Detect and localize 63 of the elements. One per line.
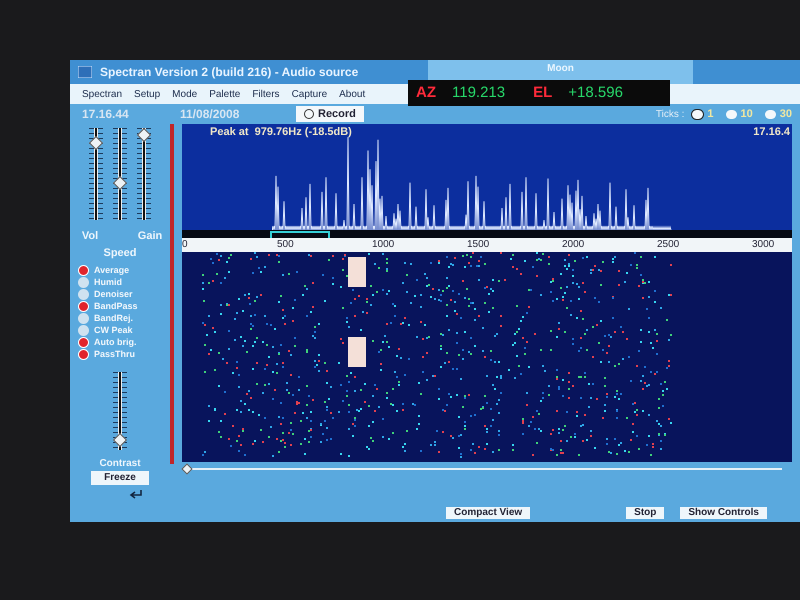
radio-button[interactable] (764, 110, 776, 118)
record-button[interactable]: Record (296, 106, 364, 122)
clock-time: 17.16.44 (81, 106, 130, 123)
toggle-on-indicator[interactable] (78, 301, 89, 312)
toggle-on-indicator[interactable] (78, 349, 89, 360)
toolbar-button[interactable]: Stop (626, 507, 664, 519)
radio-button[interactable] (726, 110, 736, 118)
el-value: +18.596 (568, 82, 623, 103)
toggle-off-indicator[interactable] (78, 277, 89, 288)
toggle-label: BandRej. (94, 312, 134, 325)
radio-label: 30 (780, 106, 792, 122)
toggle-off-indicator[interactable] (78, 313, 89, 324)
slider-label: Gain (136, 229, 164, 244)
radio-button[interactable] (692, 110, 704, 118)
el-label: EL (533, 82, 552, 103)
toggle-label: Denoiser (94, 288, 133, 301)
toggle-label: PassThru (94, 348, 136, 361)
menu-item[interactable]: Capture (292, 86, 328, 102)
radio-label: 1 (707, 106, 714, 122)
toolbar-button[interactable]: Compact View (446, 507, 530, 519)
slider-thumb[interactable] (181, 463, 193, 475)
menu-item[interactable]: About (339, 86, 366, 102)
toggle-label: Auto brig. (94, 336, 136, 349)
scale-label: 3000 (752, 238, 774, 252)
ticks-label: Ticks : (656, 108, 684, 122)
slider-label: Vol (80, 229, 100, 244)
slider-thumb[interactable] (136, 128, 152, 142)
peak-readout: Peak at 979.76Hz (-18.5dB) (210, 125, 352, 140)
az-label: AZ (416, 82, 436, 103)
scale-label: 2500 (657, 238, 680, 252)
date-text: 11/08/2008 (180, 106, 240, 123)
scale-label: 1500 (467, 238, 490, 252)
menu-item[interactable]: Palette (209, 86, 240, 102)
return-arrow-icon (129, 489, 143, 499)
slider-thumb[interactable] (112, 176, 128, 190)
toggle-off-indicator[interactable] (78, 325, 89, 336)
az-value: 119.213 (452, 82, 506, 103)
clock-time: 17.16.4 (753, 125, 790, 140)
toolbar-button[interactable]: Show Controls (680, 507, 767, 519)
scale-label: 1000 (372, 238, 394, 252)
toggle-label: Humid (94, 276, 122, 289)
contrast-label: Contrast (99, 457, 141, 471)
scroll-slider[interactable] (182, 464, 782, 474)
toggle-label: Average (94, 264, 130, 277)
radio-label: 10 (740, 106, 753, 122)
toggle-off-indicator[interactable] (78, 289, 89, 300)
menu-item[interactable]: Mode (172, 86, 198, 102)
scale-label: 0 (182, 238, 188, 252)
menu-item[interactable]: Spectran (82, 86, 122, 102)
toggle-on-indicator[interactable] (78, 265, 89, 276)
panel-title: Moon (547, 62, 574, 76)
scale-label: 2000 (562, 238, 584, 252)
menu-item[interactable]: Filters (252, 86, 280, 102)
window-title: Spectran Version 2 (build 216) - Audio source (100, 64, 360, 81)
speed-label: Speed (103, 246, 136, 260)
toggle-label: BandPass (94, 300, 138, 313)
toggle-on-indicator[interactable] (78, 337, 89, 348)
freeze-button[interactable]: Freeze (91, 471, 149, 485)
toggle-label: CW Peak (94, 324, 133, 337)
scale-label: 500 (277, 238, 294, 252)
menu-item[interactable]: Setup (134, 86, 160, 102)
app-icon (78, 66, 92, 78)
slider-thumb[interactable] (88, 136, 104, 150)
